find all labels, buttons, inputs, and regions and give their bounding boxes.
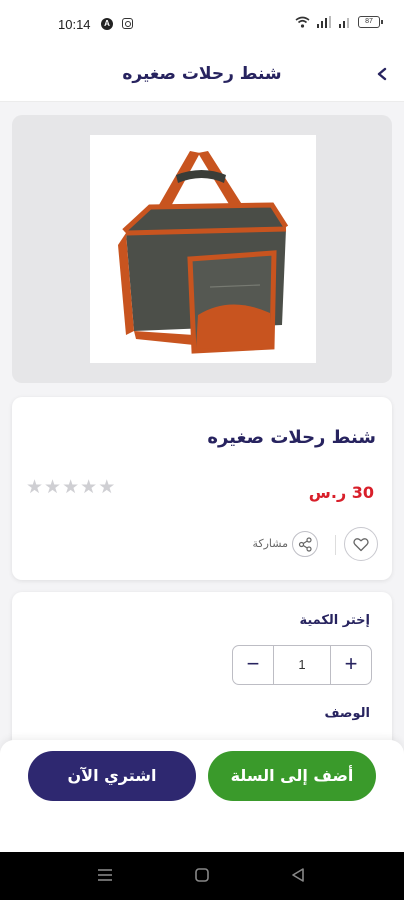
- chevron-left-icon: [377, 67, 387, 81]
- status-bar: 10:14 A 87: [0, 0, 404, 52]
- battery-icon: 87: [358, 16, 383, 28]
- favorite-button[interactable]: [344, 527, 378, 561]
- share-label[interactable]: مشاركة: [252, 537, 288, 550]
- star-icon: ★: [98, 476, 116, 498]
- quantity-value[interactable]: 1: [273, 646, 331, 684]
- product-name: شنط رحلات صغيره: [207, 427, 376, 448]
- back-button[interactable]: [370, 62, 394, 86]
- status-right-icons: 87: [295, 16, 383, 28]
- star-icon: ★: [80, 476, 98, 498]
- description-label: الوصف: [324, 706, 370, 721]
- star-icon: ★: [62, 476, 80, 498]
- a-badge-icon: A: [101, 18, 113, 30]
- increase-button[interactable]: +: [331, 646, 371, 684]
- add-to-cart-button[interactable]: أضف إلى السلة: [208, 751, 376, 801]
- top-app-bar: شنط رحلات صغيره: [0, 52, 404, 102]
- signal-icon: [317, 16, 331, 28]
- star-icon: ★: [26, 476, 44, 498]
- status-time: 10:14: [58, 17, 91, 32]
- buy-now-button[interactable]: اشتري الآن: [28, 751, 196, 801]
- signal-icon: [339, 18, 349, 28]
- heart-icon: [353, 538, 369, 552]
- quantity-stepper: − 1 +: [232, 645, 372, 685]
- page-title: شنط رحلات صغيره: [122, 64, 282, 84]
- home-icon[interactable]: [195, 868, 209, 882]
- bottom-action-bar: اشتري الآن أضف إلى السلة: [0, 740, 404, 852]
- share-button[interactable]: [292, 531, 318, 557]
- menu-icon[interactable]: [97, 868, 113, 882]
- instagram-icon: [122, 18, 133, 29]
- system-nav-bar: [0, 852, 404, 900]
- back-triangle-icon[interactable]: [291, 868, 305, 882]
- wifi-icon: [295, 16, 310, 28]
- quantity-label: إختر الكمية: [299, 613, 370, 628]
- star-icon: ★: [44, 476, 62, 498]
- bag-illustration: [118, 151, 289, 354]
- product-price: 30 ر.س: [308, 483, 374, 502]
- product-image: [90, 135, 316, 363]
- divider: [335, 535, 336, 555]
- rating-stars: ★ ★ ★ ★ ★: [26, 477, 115, 497]
- decrease-button[interactable]: −: [233, 646, 273, 684]
- share-icon: [298, 537, 312, 552]
- product-image-card[interactable]: [12, 115, 392, 383]
- product-info-card: شنط رحلات صغيره ★ ★ ★ ★ ★ 30 ر.س مشاركة: [12, 397, 392, 580]
